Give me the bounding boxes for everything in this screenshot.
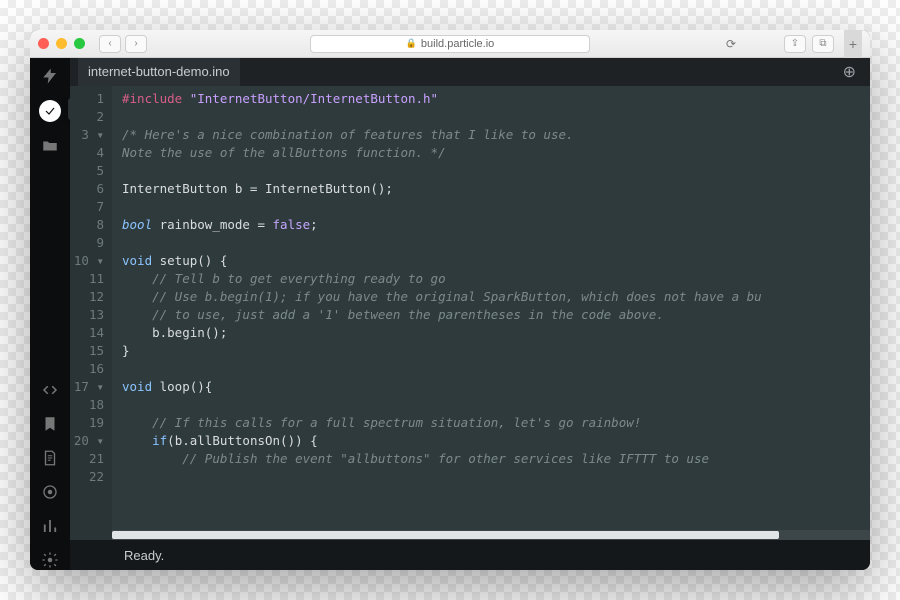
scrollbar-thumb[interactable] — [112, 531, 779, 539]
line-number: 8 — [70, 216, 104, 234]
code-line: void setup() { — [122, 252, 860, 270]
code-line: if(b.allButtonsOn()) { — [122, 432, 860, 450]
docs-icon[interactable] — [40, 448, 60, 468]
code-line — [122, 468, 860, 486]
code-icon[interactable] — [40, 380, 60, 400]
nav-buttons: ‹ › — [99, 35, 147, 53]
line-number: 12 — [70, 288, 104, 306]
line-number: 11 — [70, 270, 104, 288]
tab-bar: internet-button-demo.ino ⊕ — [70, 58, 870, 86]
line-number: 2 — [70, 108, 104, 126]
folder-icon[interactable] — [40, 136, 60, 156]
line-number: 16 — [70, 360, 104, 378]
status-text: Ready. — [124, 548, 164, 563]
browser-titlebar: ‹ › 🔒 build.particle.io ⟳ ⇪ ⧉ + — [30, 30, 870, 58]
code-line — [122, 360, 860, 378]
line-number: 5 — [70, 162, 104, 180]
code-line: InternetButton b = InternetButton(); — [122, 180, 860, 198]
line-number: 19 — [70, 414, 104, 432]
code-line: #include "InternetButton/InternetButton.… — [122, 90, 860, 108]
target-icon[interactable] — [40, 482, 60, 502]
reload-icon[interactable]: ⟳ — [722, 35, 740, 53]
add-tab-icon[interactable]: ⊕ — [837, 62, 862, 82]
horizontal-scrollbar[interactable] — [112, 530, 870, 540]
address-bar[interactable]: 🔒 build.particle.io — [310, 35, 590, 53]
settings-icon[interactable] — [40, 550, 60, 570]
code-line: // If this calls for a full spectrum sit… — [122, 414, 860, 432]
line-number: 13 — [70, 306, 104, 324]
close-icon[interactable] — [38, 38, 49, 49]
lock-icon: 🔒 — [406, 38, 417, 49]
line-number: 15 — [70, 342, 104, 360]
flash-icon[interactable] — [40, 66, 60, 86]
new-tab-button[interactable]: + — [844, 30, 862, 58]
chart-icon[interactable] — [40, 516, 60, 536]
line-number: 4 — [70, 144, 104, 162]
url-text: build.particle.io — [421, 38, 494, 50]
code-line: // Use b.begin(1); if you have the origi… — [122, 288, 860, 306]
code-line: Note the use of the allButtons function.… — [122, 144, 860, 162]
browser-window: ‹ › 🔒 build.particle.io ⟳ ⇪ ⧉ + — [30, 30, 870, 570]
code-line: /* Here's a nice combination of features… — [122, 126, 860, 144]
zoom-icon[interactable] — [74, 38, 85, 49]
sidebar: Verify — [30, 58, 70, 570]
status-bar: Ready. — [70, 540, 870, 570]
code-line — [122, 162, 860, 180]
line-number: 14 — [70, 324, 104, 342]
line-number: 7 — [70, 198, 104, 216]
ide-body: Verify internet-button-demo.ino ⊕ 1 23 ▾… — [30, 58, 870, 570]
code-line — [122, 396, 860, 414]
code-line: // Publish the event "allbuttons" for ot… — [122, 450, 860, 468]
line-number: 21 — [70, 450, 104, 468]
code-line: // to use, just add a '1' between the pa… — [122, 306, 860, 324]
code-line — [122, 234, 860, 252]
line-number: 20 ▾ — [70, 432, 104, 450]
line-number: 6 — [70, 180, 104, 198]
code-line: bool rainbow_mode = false; — [122, 216, 860, 234]
toolbar-right: ⇪ ⧉ + — [784, 30, 862, 58]
code-line — [122, 198, 860, 216]
code-line: void loop(){ — [122, 378, 860, 396]
back-button[interactable]: ‹ — [99, 35, 121, 53]
forward-button[interactable]: › — [125, 35, 147, 53]
line-number: 17 ▾ — [70, 378, 104, 396]
code-editor[interactable]: 1 23 ▾ 4 5 6 7 8 910 ▾ 11 12 13 14 15 16… — [70, 86, 870, 540]
line-number: 18 — [70, 396, 104, 414]
line-number: 10 ▾ — [70, 252, 104, 270]
code-line: b.begin(); — [122, 324, 860, 342]
code-line: // Tell b to get everything ready to go — [122, 270, 860, 288]
line-gutter: 1 23 ▾ 4 5 6 7 8 910 ▾ 11 12 13 14 15 16… — [70, 86, 112, 540]
bookmark-icon[interactable] — [40, 414, 60, 434]
window-controls — [38, 38, 85, 49]
line-number: 1 — [70, 90, 104, 108]
code-line — [122, 108, 860, 126]
line-number: 3 ▾ — [70, 126, 104, 144]
code-area[interactable]: #include "InternetButton/InternetButton.… — [112, 86, 870, 540]
share-button[interactable]: ⇪ — [784, 35, 806, 53]
minimize-icon[interactable] — [56, 38, 67, 49]
code-line: } — [122, 342, 860, 360]
editor-main: internet-button-demo.ino ⊕ 1 23 ▾ 4 5 6 … — [70, 58, 870, 570]
line-number: 22 — [70, 468, 104, 486]
verify-icon[interactable] — [39, 100, 61, 122]
line-number: 9 — [70, 234, 104, 252]
tab-active[interactable]: internet-button-demo.ino — [78, 58, 240, 86]
tabs-button[interactable]: ⧉ — [812, 35, 834, 53]
